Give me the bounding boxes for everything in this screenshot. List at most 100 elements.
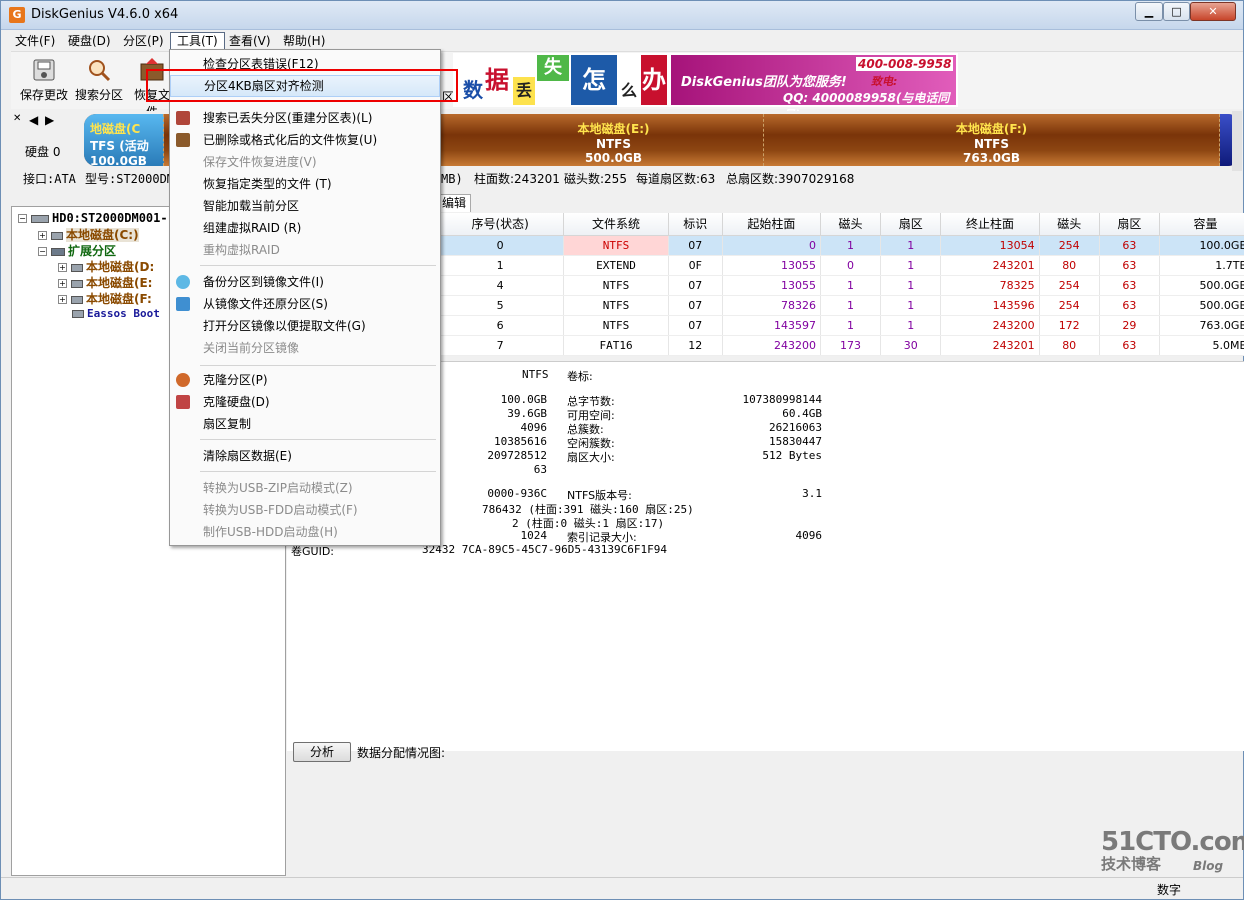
next-disk-icon[interactable]: ▶ bbox=[45, 113, 54, 127]
table-row[interactable]: 7 FAT16 12 243200 173 30 243201 80 63 5.0MB bbox=[437, 335, 1244, 356]
banner-char-7: 办 bbox=[641, 55, 667, 105]
menu-tools[interactable]: 工具(T) bbox=[170, 32, 225, 50]
partition-icon bbox=[71, 295, 83, 304]
table-cell: EXTEND bbox=[563, 255, 669, 276]
menu-item-smart-load-partition[interactable]: 智能加载当前分区 bbox=[170, 195, 440, 217]
collapse-icon[interactable]: − bbox=[18, 214, 27, 223]
table-cell: 243201 bbox=[940, 255, 1040, 276]
tree-eassos-boot[interactable]: Eassos Boot bbox=[72, 306, 160, 320]
menu-help[interactable]: 帮助(H) bbox=[277, 32, 331, 50]
column-header[interactable]: 磁头 bbox=[1039, 213, 1100, 236]
disk-map-scrollbar[interactable] bbox=[1232, 111, 1242, 171]
save-changes-button[interactable]: 保存更改 bbox=[17, 56, 71, 103]
menu-item-clone-partition[interactable]: 克隆分区(P) bbox=[170, 369, 440, 391]
table-cell: 6 bbox=[437, 315, 565, 336]
maximize-button[interactable]: □ bbox=[1163, 2, 1190, 21]
menu-disk[interactable]: 硬盘(D) bbox=[62, 32, 117, 50]
column-header[interactable]: 终止柱面 bbox=[940, 213, 1040, 236]
detail-free-space: 60.4GB bbox=[782, 407, 822, 420]
menu-item-partition-4k-alignment-check[interactable]: 分区4KB扇区对齐检测 bbox=[170, 75, 440, 97]
column-header[interactable]: 容量 bbox=[1159, 213, 1244, 236]
table-cell: 1 bbox=[880, 315, 942, 336]
partition-block-c[interactable]: 地磁盘(C TFS (活动 100.0GB bbox=[84, 114, 164, 166]
table-cell: 1 bbox=[437, 255, 565, 276]
menu-item-check-partition-table[interactable]: 检查分区表错误(F12) bbox=[170, 53, 440, 75]
partition-c-name: 地磁盘(C bbox=[90, 122, 141, 136]
menu-item-clone-disk[interactable]: 克隆硬盘(D) bbox=[170, 391, 440, 413]
detail-used-clusters: 10385616 bbox=[494, 435, 547, 448]
tree-partition-d[interactable]: + 本地磁盘(D: bbox=[58, 258, 154, 275]
column-header[interactable]: 文件系统 bbox=[563, 213, 669, 236]
table-row[interactable]: 6 NTFS 07 143597 1 1 243200 172 29 763.0GB bbox=[437, 315, 1244, 336]
menu-item-rebuild-virtual-raid: 重构虚拟RAID bbox=[170, 239, 440, 261]
menu-partition[interactable]: 分区(P) bbox=[117, 32, 170, 50]
detail-index-size: 4096 bbox=[795, 529, 823, 542]
expand-icon[interactable]: + bbox=[58, 295, 67, 304]
table-row[interactable]: 5 NTFS 07 78326 1 1 143596 254 63 500.0GB bbox=[437, 295, 1244, 316]
tree-partition-c-label: 本地磁盘(C:) bbox=[66, 228, 139, 242]
analyze-button[interactable]: 分析 bbox=[293, 742, 351, 762]
table-cell: 1 bbox=[820, 315, 882, 336]
table-cell: 1 bbox=[820, 295, 882, 316]
minimize-button[interactable]: ▁ bbox=[1135, 2, 1163, 21]
menu-separator bbox=[200, 439, 436, 440]
column-header[interactable]: 磁头 bbox=[820, 213, 882, 236]
expand-icon[interactable]: + bbox=[58, 279, 67, 288]
menu-item-label: 转换为USB-ZIP启动模式(Z) bbox=[203, 481, 353, 495]
column-header[interactable]: 标识 bbox=[668, 213, 723, 236]
tree-partition-c[interactable]: + 本地磁盘(C:) bbox=[38, 226, 139, 243]
promo-banner[interactable]: 400-008-9958 致电: DiskGenius团队为您服务! QQ: 4… bbox=[671, 55, 956, 122]
table-cell: 1 bbox=[880, 235, 942, 256]
table-row[interactable]: 4 NTFS 07 13055 1 1 78325 254 63 500.0GB bbox=[437, 275, 1244, 296]
table-cell: 07 bbox=[668, 275, 723, 296]
partition-block-e[interactable]: 本地磁盘(E:) NTFS 500.0GB bbox=[464, 114, 764, 166]
tree-disk-hd0[interactable]: − HD0:ST2000DM001- bbox=[18, 211, 168, 225]
table-row[interactable]: 1 EXTEND 0F 13055 0 1 243201 80 63 1.7TB bbox=[437, 255, 1244, 276]
disk-heads: 磁头数:255 bbox=[564, 172, 627, 186]
table-cell: 172 bbox=[1039, 315, 1100, 336]
table-cell: 1 bbox=[880, 275, 942, 296]
tree-partition-e-label: 本地磁盘(E: bbox=[86, 276, 153, 290]
tree-partition-e[interactable]: + 本地磁盘(E: bbox=[58, 274, 152, 291]
menu-item-label: 检查分区表错误(F12) bbox=[203, 57, 319, 71]
table-cell: 1 bbox=[880, 295, 942, 316]
table-cell: 500.0GB bbox=[1159, 295, 1244, 316]
menu-item-label: 克隆硬盘(D) bbox=[203, 395, 270, 409]
table-cell: 143596 bbox=[940, 295, 1040, 316]
table-cell: 0 bbox=[437, 235, 565, 256]
tab-edit[interactable]: 编辑 bbox=[437, 194, 472, 212]
partition-e-name: 本地磁盘(E:) bbox=[577, 122, 650, 136]
menu-item-label: 重构虚拟RAID bbox=[203, 243, 280, 257]
menu-item-clear-sector-data[interactable]: 清除扇区数据(E) bbox=[170, 445, 440, 467]
expand-icon[interactable]: + bbox=[58, 263, 67, 272]
close-button[interactable]: ✕ bbox=[1190, 2, 1236, 21]
column-header[interactable]: 扇区 bbox=[880, 213, 942, 236]
tree-partition-f[interactable]: + 本地磁盘(F: bbox=[58, 290, 152, 307]
menu-item-recover-file-types[interactable]: 恢复指定类型的文件 (T) bbox=[170, 173, 440, 195]
tree-extended[interactable]: − 扩展分区 bbox=[38, 242, 116, 259]
menu-item-recover-deleted-files[interactable]: 已删除或格式化后的文件恢复(U) bbox=[170, 129, 440, 151]
column-header[interactable]: 序号(状态) bbox=[437, 213, 565, 236]
column-header[interactable]: 扇区 bbox=[1099, 213, 1161, 236]
menu-item-label: 从镜像文件还原分区(S) bbox=[203, 297, 328, 311]
menu-item-backup-partition-image[interactable]: 备份分区到镜像文件(I) bbox=[170, 271, 440, 293]
menu-item-search-lost-partitions[interactable]: 搜索已丢失分区(重建分区表)(L) bbox=[170, 107, 440, 129]
watermark: 51CTO.com 技术博客 Blog bbox=[1101, 827, 1244, 874]
menu-item-restore-partition-image[interactable]: 从镜像文件还原分区(S) bbox=[170, 293, 440, 315]
column-header[interactable]: 起始柱面 bbox=[722, 213, 821, 236]
search-partition-button[interactable]: 搜索分区 bbox=[74, 56, 124, 103]
close-pane-icon[interactable]: ✕ bbox=[13, 113, 21, 124]
menu-item-label: 保存文件恢复进度(V) bbox=[203, 155, 317, 169]
prev-disk-icon[interactable]: ◀ bbox=[29, 113, 38, 127]
menu-item-open-partition-image[interactable]: 打开分区镜像以便提取文件(G) bbox=[170, 315, 440, 337]
menu-item-build-virtual-raid[interactable]: 组建虚拟RAID (R) bbox=[170, 217, 440, 239]
menu-item-sector-copy[interactable]: 扇区复制 bbox=[170, 413, 440, 435]
menu-view[interactable]: 查看(V) bbox=[223, 32, 277, 50]
collapse-icon[interactable]: − bbox=[38, 247, 47, 256]
diskgenius-window: G DiskGenius V4.6.0 x64 ▁ □ ✕ 文件(F) 硬盘(D… bbox=[0, 0, 1244, 900]
expand-icon[interactable]: + bbox=[38, 231, 47, 240]
table-row[interactable]: 0 NTFS 07 0 1 1 13054 254 63 100.0GB bbox=[437, 235, 1244, 256]
partition-block-f[interactable]: 本地磁盘(F:) NTFS 763.0GB bbox=[764, 114, 1220, 166]
table-cell: 63 bbox=[1099, 235, 1161, 256]
menu-file[interactable]: 文件(F) bbox=[9, 32, 61, 50]
